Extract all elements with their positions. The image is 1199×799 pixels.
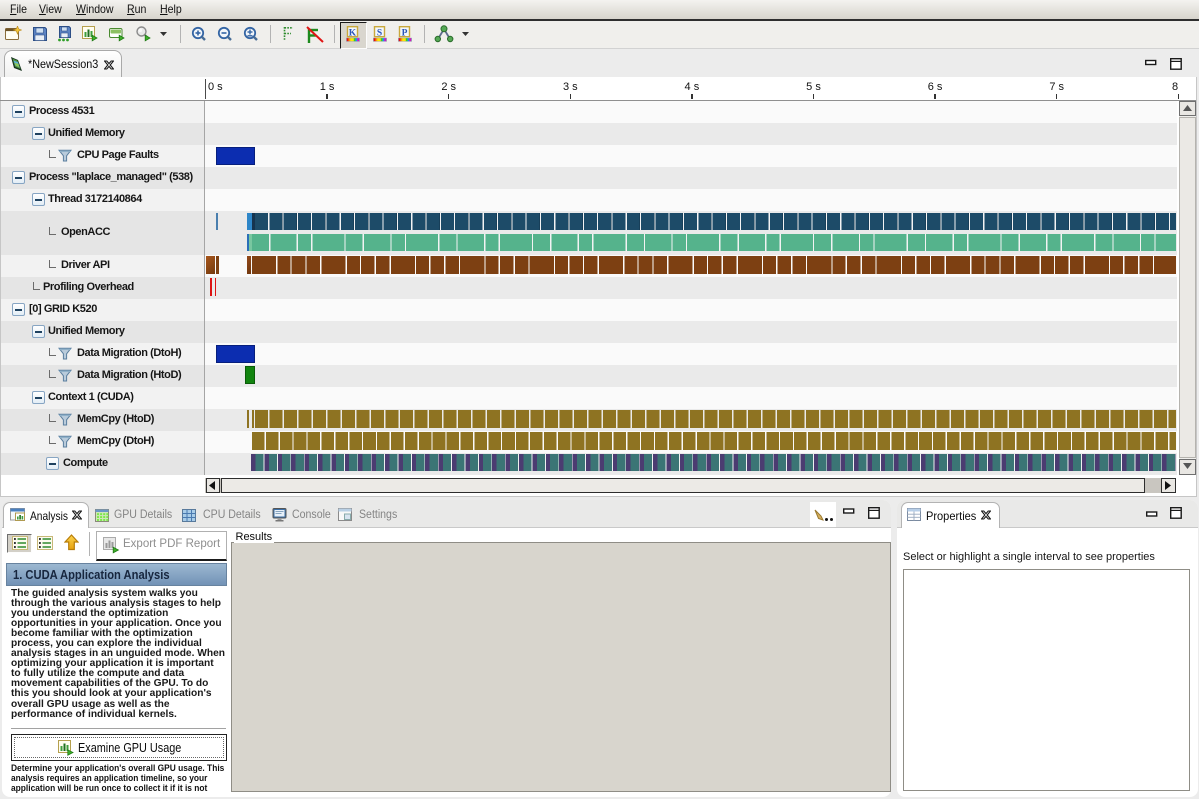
svg-text:K: K [349, 28, 357, 38]
svg-text:P: P [402, 28, 408, 38]
svg-text:S: S [377, 28, 382, 38]
